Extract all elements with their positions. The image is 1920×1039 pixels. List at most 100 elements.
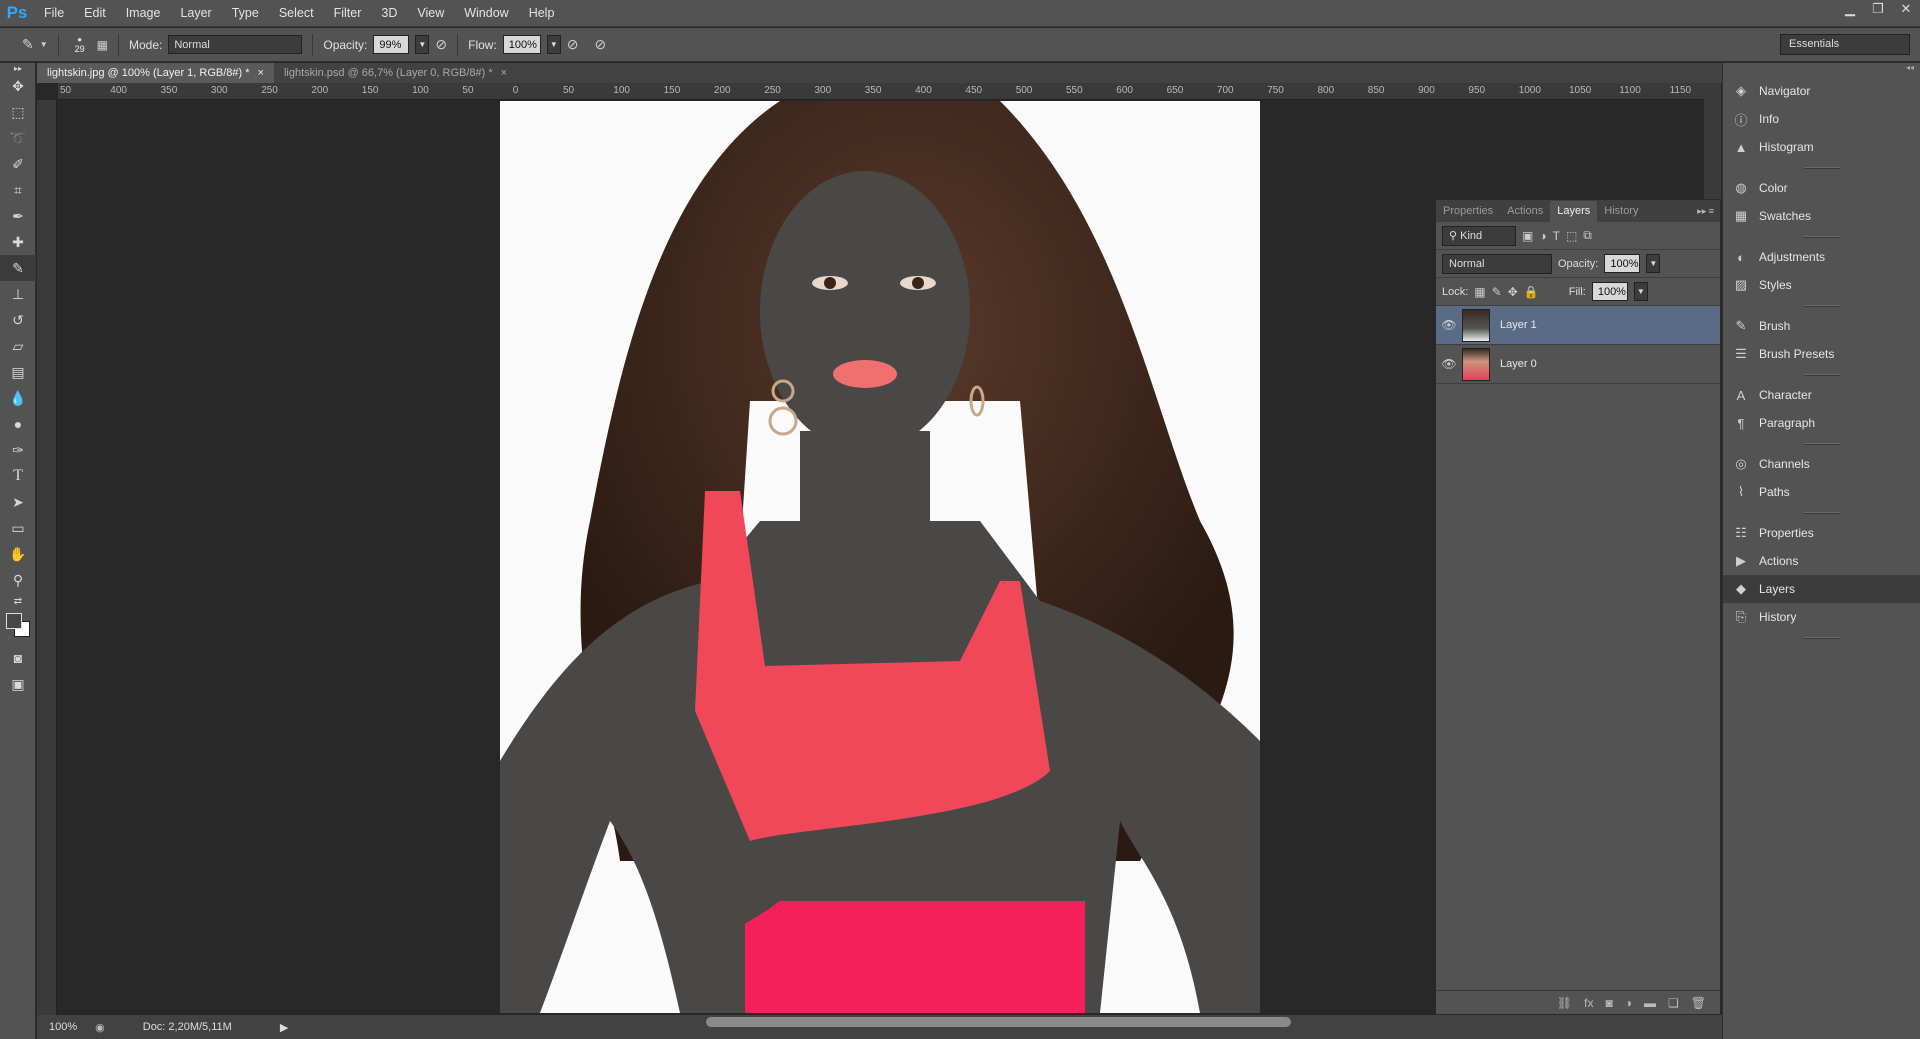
type-filter-icon[interactable]: T bbox=[1553, 229, 1560, 243]
layer-row-layer-0[interactable]: 👁 Layer 0 bbox=[1436, 345, 1720, 384]
dock-item-navigator[interactable]: ◈ Navigator bbox=[1723, 77, 1920, 105]
flow-input[interactable]: 100% bbox=[502, 35, 541, 54]
brush-panel-toggle-icon[interactable]: ▦ bbox=[97, 38, 108, 52]
brush-tool-icon[interactable]: ✎ bbox=[0, 255, 36, 281]
menu-file[interactable]: File bbox=[34, 0, 74, 27]
adjustment-filter-icon[interactable]: ◑ bbox=[1539, 229, 1546, 243]
blend-mode-select[interactable]: Normal bbox=[1442, 253, 1552, 274]
tab-actions[interactable]: Actions bbox=[1500, 201, 1550, 222]
flow-slider-dropdown[interactable]: ▼ bbox=[546, 35, 561, 54]
trash-icon[interactable]: 🗑 bbox=[1691, 996, 1706, 1010]
chevron-down-icon[interactable]: ▼ bbox=[40, 40, 48, 49]
eye-icon[interactable]: 👁 bbox=[1436, 318, 1462, 332]
folder-icon[interactable]: ▬ bbox=[1644, 996, 1656, 1010]
menu-3d[interactable]: 3D bbox=[371, 0, 407, 27]
restore-icon[interactable]: ❐ bbox=[1864, 0, 1892, 18]
dock-item-brush[interactable]: ✎ Brush bbox=[1723, 312, 1920, 340]
dock-group-separator[interactable] bbox=[1723, 631, 1920, 644]
layer-opacity-input[interactable]: 100% bbox=[1604, 254, 1641, 273]
link-icon[interactable]: ⛓ bbox=[1557, 996, 1572, 1010]
tab-history[interactable]: History bbox=[1597, 201, 1645, 222]
path-selection-tool-icon[interactable]: ➤ bbox=[0, 489, 36, 515]
dock-item-brush-presets[interactable]: ☰ Brush Presets bbox=[1723, 340, 1920, 368]
dock-group-separator[interactable] bbox=[1723, 368, 1920, 381]
pressure-opacity-icon[interactable]: ⊘ bbox=[435, 36, 447, 53]
status-menu-arrow-icon[interactable]: ▶ bbox=[280, 1021, 288, 1034]
new-layer-icon[interactable]: ❏ bbox=[1668, 996, 1679, 1010]
layer-row-layer-1[interactable]: 👁 Layer 1 bbox=[1436, 306, 1720, 345]
dock-item-styles[interactable]: ▨ Styles bbox=[1723, 271, 1920, 299]
adjustment-icon[interactable]: ◑ bbox=[1625, 996, 1632, 1010]
move-tool-icon[interactable]: ✥ bbox=[0, 73, 36, 99]
menu-layer[interactable]: Layer bbox=[170, 0, 221, 27]
status-info-icon[interactable]: ◉ bbox=[95, 1021, 105, 1034]
dock-item-properties[interactable]: ☷ Properties bbox=[1723, 519, 1920, 547]
menu-image[interactable]: Image bbox=[116, 0, 171, 27]
menu-filter[interactable]: Filter bbox=[324, 0, 372, 27]
pressure-size-icon[interactable]: ⊘ bbox=[595, 36, 607, 53]
menu-edit[interactable]: Edit bbox=[74, 0, 116, 27]
brush-size-picker[interactable]: ● 29 bbox=[69, 35, 91, 54]
swap-colors-icon[interactable]: ⇄ bbox=[0, 593, 36, 609]
hand-tool-icon[interactable]: ✋ bbox=[0, 541, 36, 567]
color-swatches[interactable] bbox=[0, 609, 36, 645]
tab-layers[interactable]: Layers bbox=[1550, 201, 1598, 222]
panel-menu-icon[interactable]: ▸▸ ≡ bbox=[1697, 201, 1720, 222]
dock-item-paragraph[interactable]: ¶ Paragraph bbox=[1723, 409, 1920, 437]
dock-group-separator[interactable] bbox=[1723, 230, 1920, 243]
close-icon[interactable]: × bbox=[258, 63, 264, 83]
menu-window[interactable]: Window bbox=[454, 0, 518, 27]
zoom-level[interactable]: 100% bbox=[49, 1021, 77, 1033]
lock-transparent-icon[interactable]: ▦ bbox=[1474, 285, 1485, 299]
menu-view[interactable]: View bbox=[407, 0, 454, 27]
dock-item-character[interactable]: A Character bbox=[1723, 381, 1920, 409]
dock-item-history[interactable]: ⎘ History bbox=[1723, 603, 1920, 631]
dock-group-separator[interactable] bbox=[1723, 506, 1920, 519]
dock-item-adjustments[interactable]: ◐ Adjustments bbox=[1723, 243, 1920, 271]
dock-item-info[interactable]: ⓘ Info bbox=[1723, 105, 1920, 133]
crop-tool-icon[interactable]: ⌗ bbox=[0, 177, 36, 203]
dodge-tool-icon[interactable]: ● bbox=[0, 411, 36, 437]
lock-all-icon[interactable]: 🔒 bbox=[1524, 285, 1539, 299]
eyedropper-tool-icon[interactable]: ✒ bbox=[0, 203, 36, 229]
pen-tool-icon[interactable]: ✑ bbox=[0, 437, 36, 463]
lock-pixels-icon[interactable]: ✎ bbox=[1492, 285, 1502, 299]
workspace-select[interactable]: Essentials bbox=[1780, 34, 1910, 55]
menu-type[interactable]: Type bbox=[222, 0, 269, 27]
menu-help[interactable]: Help bbox=[519, 0, 565, 27]
dock-item-channels[interactable]: ◎ Channels bbox=[1723, 450, 1920, 478]
mode-select[interactable]: Normal bbox=[168, 35, 303, 54]
gradient-tool-icon[interactable]: ▤ bbox=[0, 359, 36, 385]
blur-tool-icon[interactable]: 💧 bbox=[0, 385, 36, 411]
screen-mode-icon[interactable]: ▣ bbox=[0, 671, 36, 697]
dock-group-separator[interactable] bbox=[1723, 437, 1920, 450]
brush-tool-icon[interactable]: ✎ bbox=[22, 36, 34, 53]
dock-item-swatches[interactable]: ▦ Swatches bbox=[1723, 202, 1920, 230]
layer-opacity-dropdown[interactable]: ▼ bbox=[1646, 254, 1661, 273]
mask-icon[interactable]: ◙ bbox=[1606, 996, 1613, 1010]
horizontal-scrollbar-thumb[interactable] bbox=[706, 1017, 1291, 1027]
close-icon[interactable]: × bbox=[501, 63, 507, 83]
tools-collapse-handle[interactable]: ▸▸ bbox=[0, 63, 36, 73]
dock-item-paths[interactable]: ⌇ Paths bbox=[1723, 478, 1920, 506]
quick-mask-icon[interactable]: ◙ bbox=[0, 645, 36, 671]
dock-item-actions[interactable]: ▶ Actions bbox=[1723, 547, 1920, 575]
fill-input[interactable]: 100% bbox=[1591, 282, 1628, 301]
tab-properties[interactable]: Properties bbox=[1436, 201, 1500, 222]
pixel-filter-icon[interactable]: ▣ bbox=[1522, 229, 1533, 243]
dock-group-separator[interactable] bbox=[1723, 299, 1920, 312]
dock-group-separator[interactable] bbox=[1723, 161, 1920, 174]
kind-filter-select[interactable]: ⚲ Kind bbox=[1442, 225, 1516, 246]
dock-item-color[interactable]: ◍ Color bbox=[1723, 174, 1920, 202]
rectangle-tool-icon[interactable]: ▭ bbox=[0, 515, 36, 541]
zoom-tool-icon[interactable]: ⚲ bbox=[0, 567, 36, 593]
airbrush-icon[interactable]: ⊘ bbox=[567, 36, 579, 53]
minimize-icon[interactable]: ▁ bbox=[1836, 0, 1864, 18]
clone-stamp-tool-icon[interactable]: ⊥ bbox=[0, 281, 36, 307]
shape-filter-icon[interactable]: ⬚ bbox=[1566, 229, 1577, 243]
marquee-tool-icon[interactable]: ⬚ bbox=[0, 99, 36, 125]
menu-select[interactable]: Select bbox=[269, 0, 324, 27]
eye-icon[interactable]: 👁 bbox=[1436, 357, 1462, 371]
dock-item-histogram[interactable]: ▲ Histogram bbox=[1723, 133, 1920, 161]
tab-lightskin-psd[interactable]: lightskin.psd @ 66,7% (Layer 0, RGB/8#) … bbox=[274, 63, 517, 83]
